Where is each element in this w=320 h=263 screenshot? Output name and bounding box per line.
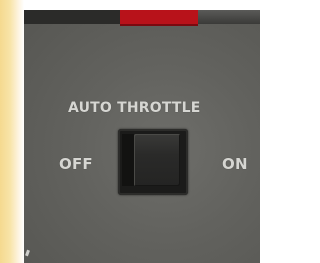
switch-recess-shadow <box>122 134 134 186</box>
rocker-switch-icon[interactable] <box>134 134 180 186</box>
auto-throttle-label: AUTO THROTTLE <box>68 100 201 116</box>
auto-throttle-panel: AUTO THROTTLE OFF ON <box>24 10 260 263</box>
screenshot-frame: AUTO THROTTLE OFF ON <box>0 0 260 263</box>
corner-mark <box>25 249 30 257</box>
off-label: OFF <box>59 155 93 173</box>
red-indicator-strip <box>120 10 198 26</box>
on-label: ON <box>222 155 248 173</box>
top-right-knob <box>198 10 260 24</box>
